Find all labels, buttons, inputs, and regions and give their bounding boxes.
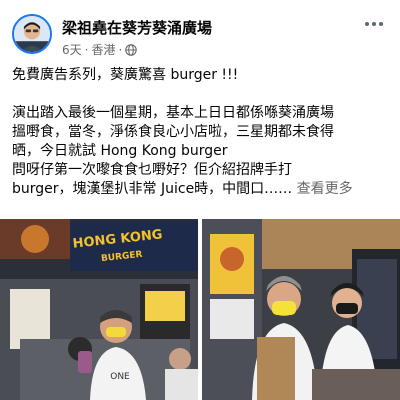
shirt-text: ONE bbox=[110, 372, 130, 382]
see-more-link[interactable]: 查看更多 bbox=[297, 181, 353, 197]
post-text-line: 演出踏入最後一個星期，基本上日日都係喺葵涌廣場 bbox=[12, 105, 334, 121]
author-avatar[interactable] bbox=[12, 14, 52, 54]
globe-icon bbox=[125, 43, 138, 56]
post-location: 香港 bbox=[91, 43, 116, 57]
more-dot bbox=[379, 22, 383, 26]
meta-separator: · bbox=[84, 42, 89, 57]
post-text-line: 晒，今日就試 Hong Kong burger bbox=[12, 143, 228, 159]
post-text-line: 搵嘢食，當冬，淨係食良心小店啦，三星期都未食得 bbox=[12, 124, 334, 140]
post-time[interactable]: 6天 bbox=[62, 41, 82, 58]
photo-burger-shop[interactable]: HONG KONG BURGER ONE bbox=[0, 219, 198, 400]
photo-with-staff[interactable] bbox=[202, 219, 400, 400]
post-meta: 6天 · 香港 · bbox=[62, 41, 138, 58]
post-text-line: 問呀仔第一次嚟食食乜嘢好？佢介紹招牌手打 bbox=[12, 162, 292, 178]
author-name[interactable]: 梁祖堯在葵芳葵涌廣場 bbox=[62, 17, 212, 38]
more-dot bbox=[372, 22, 376, 26]
post-text-line: burger，塊漢堡扒非常 Juice時，中間口…… bbox=[12, 181, 293, 197]
post-text-line: 免費廣告系列，葵廣驚喜 burger !!! bbox=[12, 67, 239, 83]
post-header: 梁祖堯在葵芳葵涌廣場 6天 · 香港 · bbox=[0, 0, 400, 64]
more-horizontal-icon bbox=[365, 22, 369, 26]
photo-grid: HONG KONG BURGER ONE bbox=[0, 219, 400, 400]
post-text-last-line: burger，塊漢堡扒非常 Juice時，中間口…… 查看更多 bbox=[12, 180, 392, 199]
post-body-text: 免費廣告系列，葵廣驚喜 burger !!! 演出踏入最後一個星期，基本上日日都… bbox=[12, 66, 392, 199]
meta-separator-2: · bbox=[118, 42, 123, 57]
more-options-button[interactable] bbox=[360, 14, 388, 34]
